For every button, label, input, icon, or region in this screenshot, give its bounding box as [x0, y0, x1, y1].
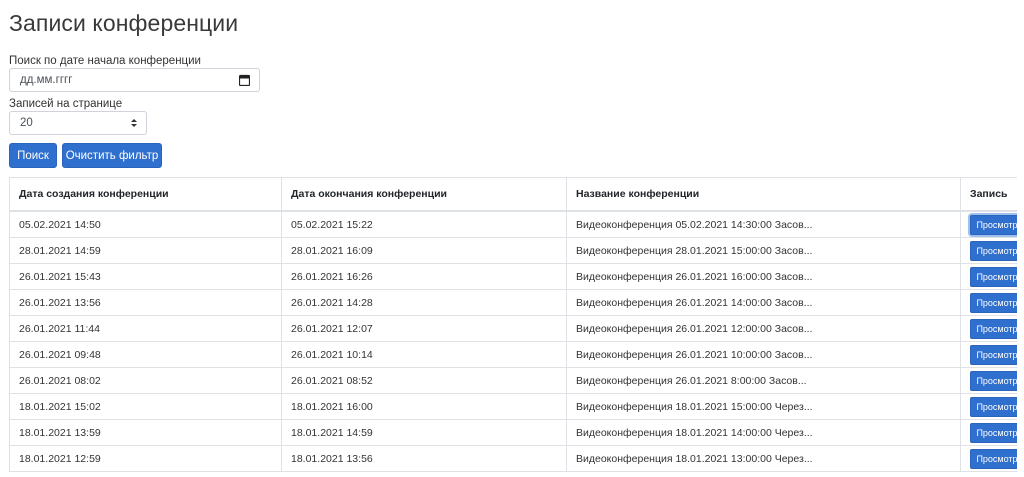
recordings-table: Дата создания конференции Дата окончания… [9, 177, 1017, 477]
page-title: Записи конференции [9, 10, 239, 36]
header-name: Название конференции [566, 177, 961, 212]
view-recording-button[interactable]: Просмотр [970, 292, 1017, 313]
view-recording-button[interactable]: Просмотр [970, 318, 1017, 339]
view-recording-button[interactable]: Просмотр [970, 266, 1017, 287]
cell-name: Видеоконференция 26.01.2021 8:00:00 Засо… [566, 367, 961, 394]
cell-record: Просмотр [960, 341, 1017, 368]
cell-created: 26.01.2021 13:56 [9, 289, 282, 316]
cell-created: 26.01.2021 15:43 [9, 263, 282, 290]
cell-created: 18.01.2021 12:59 [9, 445, 282, 472]
table-row: 28.01.2021 14:59 28.01.2021 16:09 Видеокон… [9, 237, 1017, 264]
view-recording-button[interactable]: Просмотр [970, 422, 1017, 443]
view-recording-button[interactable]: Просмотр [970, 370, 1017, 391]
table-row: 26.01.2021 08:02 26.01.2021 08:52 Видеокон… [9, 367, 1017, 394]
clear-filter-button[interactable]: Очистить фильтр [62, 143, 162, 168]
cell-record: Просмотр [960, 210, 1017, 238]
cell-record: Просмотр [960, 445, 1017, 472]
cell-record: Просмотр [960, 237, 1017, 264]
table-row: 18.01.2021 13:59 18.01.2021 14:59 Видеокон… [9, 419, 1017, 446]
view-recording-button[interactable]: Просмотр [970, 396, 1017, 417]
table-row: 26.01.2021 13:56 26.01.2021 14:28 Видеокон… [9, 289, 1017, 316]
date-filter-placeholder: дд.мм.гггг [20, 74, 73, 86]
cell-created: 26.01.2021 11:44 [9, 315, 282, 342]
calendar-icon[interactable] [239, 74, 250, 86]
header-record: Запись [960, 177, 1017, 212]
cell-ended: 18.01.2021 16:00 [281, 393, 567, 420]
cell-record: Просмотр [960, 289, 1017, 316]
table-row: 26.01.2021 09:48 26.01.2021 10:14 Видеокон… [9, 341, 1017, 368]
cell-ended: 26.01.2021 08:52 [281, 367, 567, 394]
table-row: 18.01.2021 12:59 18.01.2021 13:56 Видеокон… [9, 445, 1017, 472]
cell-ended: 26.01.2021 16:26 [281, 263, 567, 290]
cell-ended: 28.01.2021 16:09 [281, 237, 567, 264]
cell-name: Видеоконференция 18.01.2021 14:00:00 Чер… [566, 419, 961, 446]
cell-created: 18.01.2021 15:02 [9, 393, 282, 420]
cell-name: Видеоконференция 28.01.2021 15:00:00 Зас… [566, 237, 961, 264]
per-page-label: Записей на странице [9, 98, 123, 110]
view-recording-button[interactable]: Просмотр [970, 214, 1017, 235]
cell-name: Видеоконференция 26.01.2021 16:00:00 Зас… [566, 263, 961, 290]
cell-name: Видеоконференция 05.02.2021 14:30:00 Зас… [566, 210, 961, 238]
cell-name: Видеоконференция 18.01.2021 15:00:00 Чер… [566, 393, 961, 420]
cell-name: Видеоконференция 26.01.2021 12:00:00 Зас… [566, 315, 961, 342]
cell-ended: 26.01.2021 10:14 [281, 341, 567, 368]
cell-created: 18.01.2021 13:59 [9, 419, 282, 446]
per-page-value: 20 [20, 117, 33, 129]
sort-arrows-icon [131, 119, 137, 127]
cell-record: Просмотр [960, 315, 1017, 342]
per-page-select[interactable]: 20 [9, 111, 147, 135]
cell-created: 05.02.2021 14:50 [9, 210, 282, 238]
table-row: 18.01.2021 15:02 18.01.2021 16:00 Видеокон… [9, 393, 1017, 420]
cell-name: Видеоконференция 26.01.2021 14:00:00 Зас… [566, 289, 961, 316]
table-header-row: Дата создания конференции Дата окончания… [9, 177, 1017, 212]
table-row: 26.01.2021 11:44 26.01.2021 12:07 Видеокон… [9, 315, 1017, 342]
cell-created: 26.01.2021 08:02 [9, 367, 282, 394]
cell-name: Видеоконференция 18.01.2021 13:00:00 Чер… [566, 445, 961, 472]
cell-ended: 05.02.2021 15:22 [281, 210, 567, 238]
cell-ended: 18.01.2021 14:59 [281, 419, 567, 446]
table-row: 05.02.2021 14:50 05.02.2021 15:22 Видеокон… [9, 210, 1017, 238]
cell-record: Просмотр [960, 367, 1017, 394]
cell-created: 26.01.2021 09:48 [9, 341, 282, 368]
cell-ended: 18.01.2021 13:56 [281, 445, 567, 472]
search-button[interactable]: Поиск [9, 143, 57, 168]
view-recording-button[interactable]: Просмотр [970, 240, 1017, 261]
cell-name: Видеоконференция 26.01.2021 10:00:00 Зас… [566, 341, 961, 368]
table-row: 26.01.2021 15:43 26.01.2021 16:26 Видеокон… [9, 263, 1017, 290]
header-created: Дата создания конференции [9, 177, 282, 212]
date-filter-label: Поиск по дате начала конференции [9, 55, 201, 67]
cell-created: 28.01.2021 14:59 [9, 237, 282, 264]
cell-record: Просмотр [960, 419, 1017, 446]
cell-record: Просмотр [960, 393, 1017, 420]
view-recording-button[interactable]: Просмотр [970, 448, 1017, 469]
date-filter-input[interactable]: дд.мм.гггг [9, 68, 260, 92]
cell-record: Просмотр [960, 263, 1017, 290]
cell-ended: 26.01.2021 12:07 [281, 315, 567, 342]
header-ended: Дата окончания конференции [281, 177, 567, 212]
view-recording-button[interactable]: Просмотр [970, 344, 1017, 365]
cell-ended: 26.01.2021 14:28 [281, 289, 567, 316]
